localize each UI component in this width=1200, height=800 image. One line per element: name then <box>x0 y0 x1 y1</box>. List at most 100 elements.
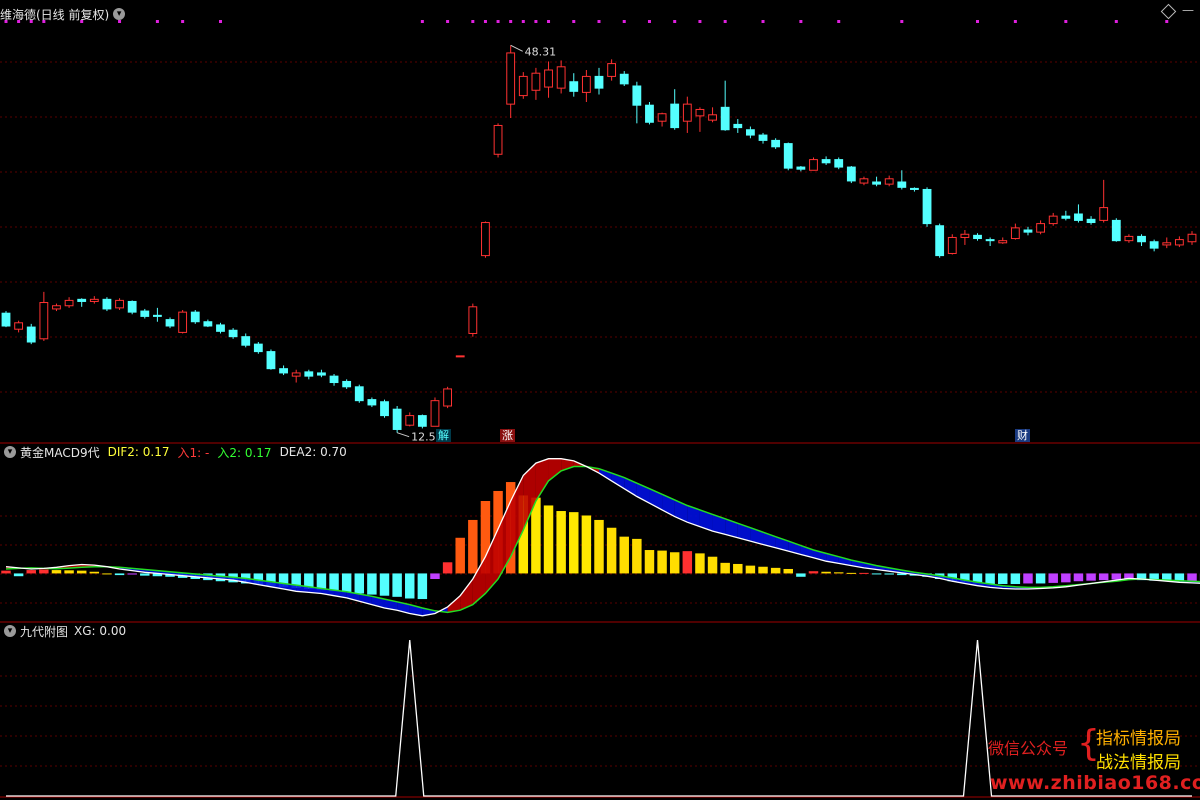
candle <box>884 175 894 187</box>
chart-canvas[interactable]: 48.3112.59 <box>0 0 1200 800</box>
candle-body <box>1162 242 1172 246</box>
candle <box>115 298 124 310</box>
signal-dot <box>483 20 487 23</box>
candle-body <box>531 72 541 91</box>
chevron-down-icon[interactable]: ▾ <box>4 625 16 637</box>
candle <box>670 89 680 130</box>
signal-dot <box>799 20 803 23</box>
macd-bar <box>367 573 377 595</box>
candle <box>872 176 881 187</box>
signal-dot <box>673 20 677 23</box>
candle-body <box>985 239 995 242</box>
signal-dot <box>1165 20 1169 23</box>
candle-body <box>241 336 251 346</box>
candle-body <box>745 129 755 136</box>
high-label: 48.31 <box>525 45 557 58</box>
macd-bar <box>594 519 604 574</box>
candle <box>531 67 541 100</box>
candle-body <box>380 401 389 417</box>
candle <box>152 307 162 322</box>
candle <box>329 374 339 386</box>
tag-jie[interactable]: 解 <box>436 429 451 442</box>
signal-dot <box>547 20 551 23</box>
candle-body <box>897 181 907 188</box>
candle <box>581 70 591 102</box>
candle-body <box>859 178 869 184</box>
macd-bar <box>833 572 844 574</box>
signal-dot <box>976 20 980 23</box>
xg-label: XG: 0.00 <box>74 624 127 638</box>
candle-body <box>1048 215 1058 225</box>
signal-dot <box>837 20 841 23</box>
candle-body <box>342 380 352 388</box>
minimize-icon[interactable]: — <box>1182 3 1194 17</box>
macd-bar <box>13 573 24 577</box>
candle-body <box>556 66 566 89</box>
candle-body <box>809 159 818 171</box>
candle-body <box>910 187 919 190</box>
chevron-down-icon[interactable]: ▾ <box>4 446 16 458</box>
candle <box>102 297 112 312</box>
candle-body <box>935 225 945 257</box>
candle-body <box>127 300 137 313</box>
candle <box>455 355 465 358</box>
candle <box>1010 223 1020 240</box>
candle <box>1162 237 1172 249</box>
candle <box>821 156 831 165</box>
candle <box>1023 226 1033 236</box>
candle <box>77 298 87 307</box>
macd-bar <box>669 552 680 574</box>
macd-title: 黄金MACD9代 <box>20 445 100 460</box>
candle <box>241 333 251 348</box>
candle <box>216 322 225 334</box>
signal-dot <box>622 20 626 23</box>
candle-body <box>481 222 490 257</box>
macd-bar <box>606 527 617 574</box>
chevron-down-icon[interactable]: ▾ <box>113 8 126 20</box>
macd-bar <box>39 569 49 574</box>
candle <box>52 303 61 312</box>
candle-body <box>26 326 36 343</box>
candle-body <box>1010 227 1020 240</box>
candle <box>39 291 49 341</box>
sub-panel-header: ▾ 九代附图 XG: 0.00 <box>0 622 126 640</box>
candle <box>380 399 389 418</box>
macd-bar <box>1 570 11 574</box>
candle-body <box>884 178 894 185</box>
candle-body <box>417 415 427 427</box>
macd-bar <box>783 568 793 574</box>
candle-body <box>152 314 162 317</box>
candle-body <box>670 103 680 129</box>
candle-body <box>834 159 844 168</box>
candle-body <box>632 85 642 106</box>
candle-body <box>645 104 654 123</box>
tag-cai[interactable]: 财 <box>1015 429 1030 442</box>
macd-bar <box>64 570 74 574</box>
candle-body <box>1137 235 1146 243</box>
candle <box>632 81 642 124</box>
security-title: 维海德(日线 前复权) <box>0 7 110 22</box>
candle-body <box>52 305 61 310</box>
watermark-brand1: 指标情报局 <box>1096 729 1181 749</box>
candle-body <box>619 73 629 85</box>
signal-dot <box>471 20 475 23</box>
candle-body <box>493 124 503 155</box>
candle-body <box>317 372 326 376</box>
candle <box>1187 231 1197 245</box>
candle <box>859 176 869 186</box>
candle-body <box>39 302 49 340</box>
candle-body <box>253 343 263 353</box>
candle-body <box>821 159 831 164</box>
candle-body <box>1099 207 1109 221</box>
candle <box>443 386 453 409</box>
macd-bar <box>796 573 806 577</box>
candle <box>657 112 667 127</box>
candle <box>468 303 478 337</box>
candle <box>14 320 24 333</box>
tag-zhang[interactable]: 涨 <box>500 429 515 442</box>
candle-body <box>1124 235 1134 242</box>
candle-body <box>1149 241 1159 249</box>
candle-body <box>771 139 781 148</box>
macd-bar <box>405 573 415 599</box>
candle-body <box>329 375 339 384</box>
